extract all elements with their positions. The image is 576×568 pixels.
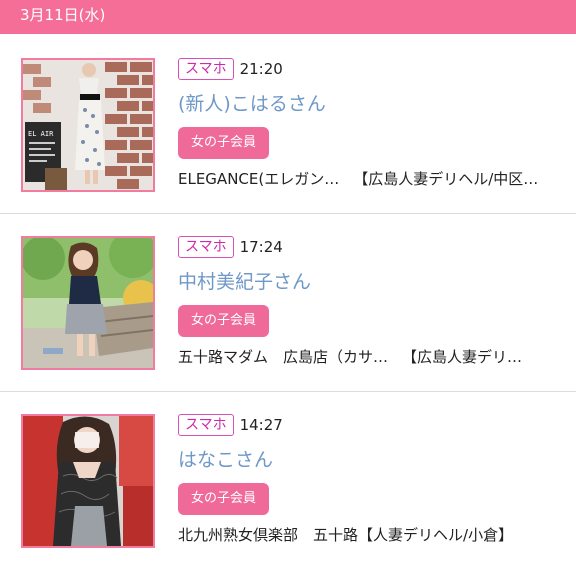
list-item[interactable]: スマホ 14:27 はなこさん 女の子会員 北九州熟女倶楽部 五十路【人妻デリヘル… [0,390,576,568]
post-time: 17:24 [239,238,283,256]
shop-info[interactable]: 北九州熟女倶楽部 五十路【人妻デリヘル/小倉】 [178,524,576,545]
post-meta: スマホ 14:27 [178,414,283,438]
member-badge: 女の子会員 [178,305,270,337]
shop-name: 北九州熟女倶楽部 五十路 [178,526,359,544]
post-time: 14:27 [239,416,283,434]
member-badge: 女の子会員 [178,483,270,515]
post-meta: スマホ 17:24 [178,236,283,260]
post-time: 21:20 [239,60,283,78]
profile-photo[interactable]: EL AIR [21,58,155,192]
profile-photo[interactable] [21,236,155,370]
shop-info[interactable]: ELEGANCE(エレガン… 【広島人妻デリヘル/中区… [178,168,576,189]
shop-area: 【人妻デリヘル/小倉】 [358,526,514,544]
shop-name: 五十路マダム 広島店（カサ… [178,348,389,366]
shop-area: 【広島人妻デリ… [402,348,523,366]
girl-name-link[interactable]: 中村美紀子さん [178,267,311,294]
list-item[interactable]: EL AIR スマホ 21:20 (新人)こはるさん 女の子会員 ELEGANC… [0,34,576,212]
shop-info[interactable]: 五十路マダム 広島店（カサ… 【広島人妻デリ… [178,346,576,367]
smartphone-badge: スマホ [178,58,234,80]
smartphone-badge: スマホ [178,236,234,258]
shop-area: 【広島人妻デリヘル/中区… [353,170,539,188]
girl-name-link[interactable]: (新人)こはるさん [178,89,326,116]
member-badge: 女の子会員 [178,127,270,159]
profile-photo[interactable] [21,414,155,548]
date-header: 3月11日(水) [0,0,576,34]
post-meta: スマホ 21:20 [178,58,283,82]
shop-name: ELEGANCE(エレガン… [178,170,340,188]
girl-name-link[interactable]: はなこさん [178,445,273,472]
list-item[interactable]: スマホ 17:24 中村美紀子さん 女の子会員 五十路マダム 広島店（カサ… 【広島… [0,212,576,390]
smartphone-badge: スマホ [178,414,234,436]
svg-text:EL AIR: EL AIR [28,130,54,138]
